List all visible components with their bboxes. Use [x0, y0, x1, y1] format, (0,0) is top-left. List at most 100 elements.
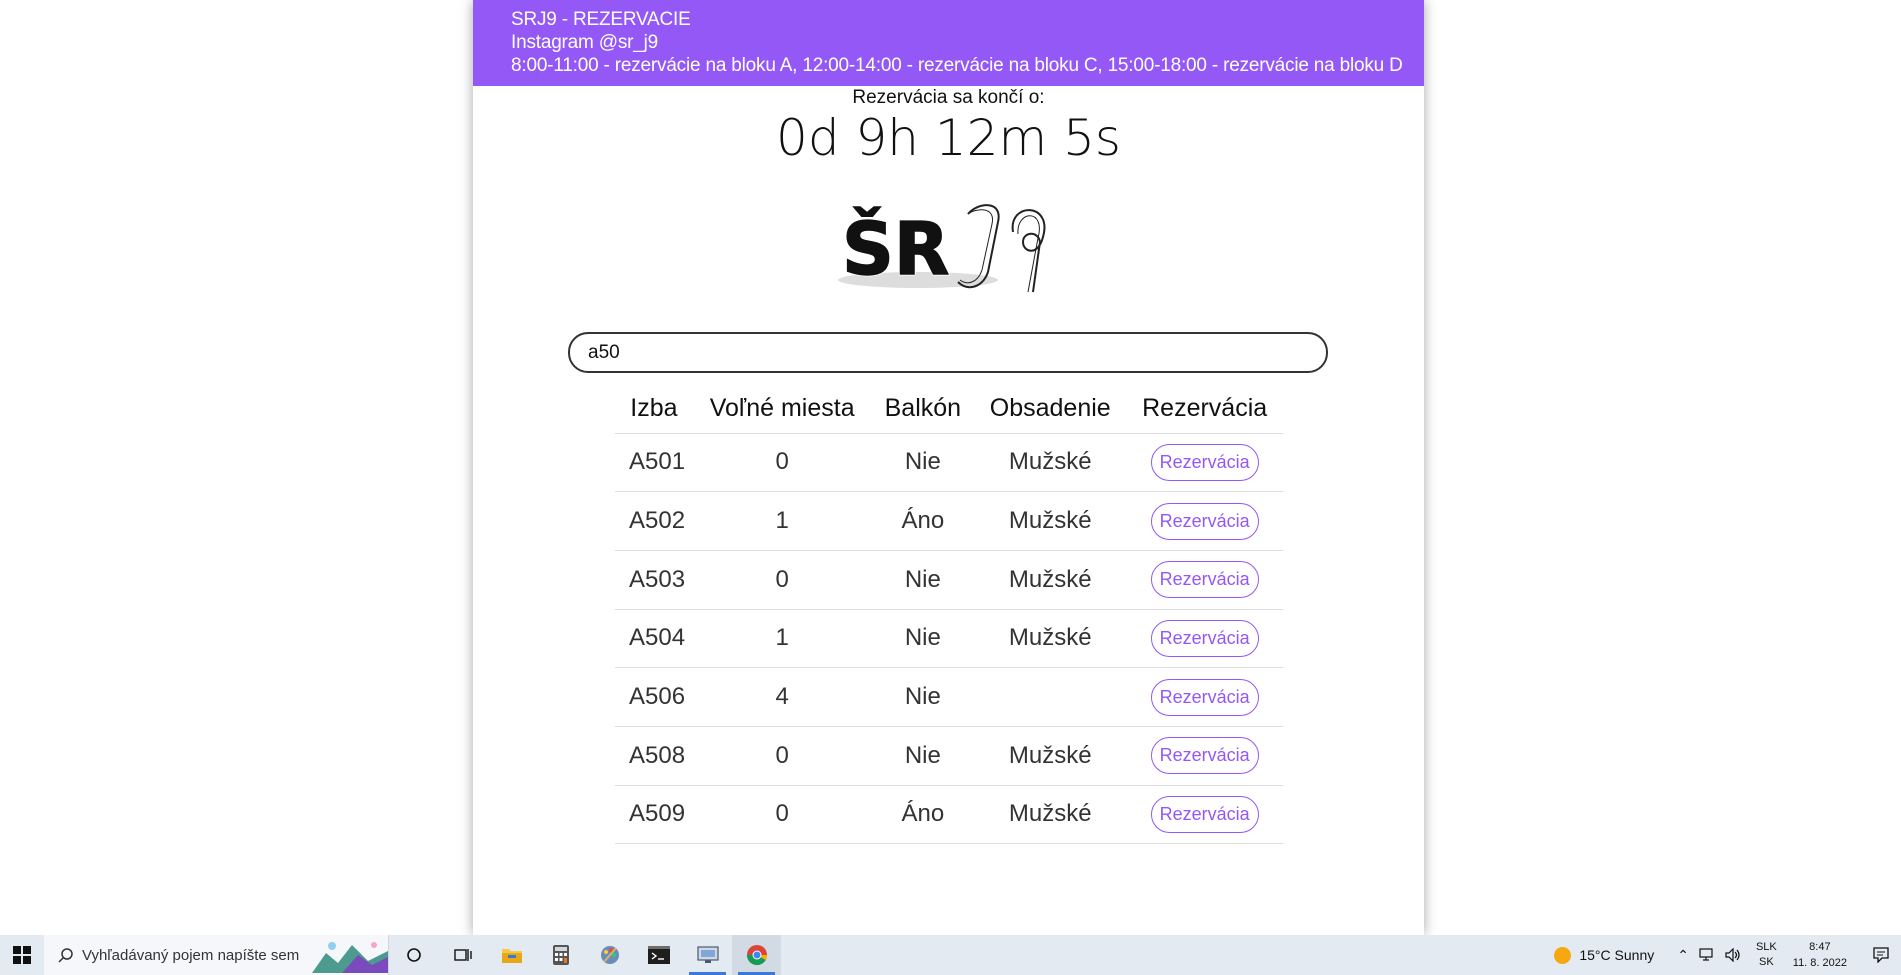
notification-button[interactable]	[1861, 935, 1901, 975]
network-icon[interactable]	[1699, 948, 1715, 962]
reserve-button[interactable]: Rezervácia	[1150, 619, 1259, 657]
room-cell: A509	[615, 785, 693, 845]
table-row: A504 1 Nie Mužské Rezervácia	[615, 609, 1283, 669]
reservation-cell: Rezervácia	[1126, 550, 1283, 610]
balcony-cell: Áno	[871, 785, 975, 845]
free-cell: 1	[692, 491, 872, 551]
balcony-cell: Nie	[871, 550, 975, 610]
reservation-cell: Rezervácia	[1126, 726, 1283, 786]
room-cell: A506	[615, 667, 693, 727]
schedule-info: 8:00-11:00 - rezervácie na bloku A, 12:0…	[511, 55, 1403, 76]
search-highlight-icon	[312, 942, 388, 973]
header-bar: SRJ9 - REZERVACIE Instagram @sr_j9 8:00-…	[473, 0, 1424, 86]
reservation-cell: Rezervácia	[1126, 491, 1283, 551]
occupancy-cell: Mužské	[974, 433, 1127, 493]
room-cell: A502	[615, 491, 693, 551]
cortana-icon	[406, 948, 421, 962]
task-view-icon	[453, 949, 472, 961]
header-reservation: Rezervácia	[1126, 385, 1283, 434]
file-explorer-button[interactable]	[487, 935, 536, 975]
reserve-button[interactable]: Rezervácia	[1150, 561, 1259, 599]
clock-date: 11. 8. 2022	[1792, 957, 1847, 969]
free-cell: 4	[692, 667, 872, 727]
reserve-button[interactable]: Rezervácia	[1150, 502, 1259, 540]
remote-desktop-button[interactable]	[683, 935, 732, 975]
start-button[interactable]	[0, 935, 44, 975]
chrome-icon	[746, 945, 767, 966]
room-cell: A503	[615, 550, 693, 610]
palette-icon	[600, 946, 619, 964]
calculator-button[interactable]	[536, 935, 585, 975]
balcony-cell: Áno	[871, 491, 975, 551]
countdown-label: Rezervácia sa končí o:	[852, 87, 1045, 108]
clock[interactable]: 8:47 11. 8. 2022	[1793, 939, 1847, 971]
reservation-cell: Rezervácia	[1126, 609, 1283, 669]
monitor-icon	[696, 946, 719, 963]
folder-icon	[501, 949, 522, 963]
srj9-logo: ŠR ŠR	[838, 204, 1046, 293]
header-balcony: Balkón	[871, 385, 975, 434]
occupancy-cell: Mužské	[974, 726, 1127, 786]
task-view-button[interactable]	[438, 935, 487, 975]
table-row: A508 0 Nie Mužské Rezervácia	[615, 726, 1283, 786]
language-indicator[interactable]: SLK SK	[1756, 940, 1777, 970]
taskbar: Vyhľadávaný pojem napíšte sem 15°C Sunny…	[0, 935, 1901, 975]
free-cell: 0	[692, 726, 872, 786]
system-tray: 15°C Sunny ⌃ SLK SK 8:47 11. 8. 2022	[1554, 935, 1901, 975]
volume-icon[interactable]	[1725, 948, 1741, 962]
weather-widget[interactable]: 15°C Sunny	[1554, 946, 1655, 964]
occupancy-cell: Mužské	[974, 491, 1127, 551]
reservation-cell: Rezervácia	[1126, 785, 1283, 845]
reserve-button[interactable]: Rezervácia	[1150, 443, 1259, 481]
svg-text:ŠR: ŠR	[842, 207, 949, 291]
sun-icon	[1554, 946, 1572, 964]
occupancy-cell: Mužské	[974, 550, 1127, 610]
header-room: Izba	[615, 385, 693, 434]
header-free-spots: Voľné miesta	[692, 385, 872, 434]
free-cell: 0	[692, 550, 872, 610]
free-cell: 0	[692, 785, 872, 845]
header-occupancy: Obsadenie	[974, 385, 1127, 434]
cortana-button[interactable]	[389, 935, 438, 975]
table-row: A506 4 Nie Rezervácia	[615, 667, 1283, 727]
language-bottom: SK	[1759, 956, 1774, 968]
rooms-table: Izba Voľné miesta Balkón Obsadenie Rezer…	[615, 385, 1283, 845]
countdown-timer: 0d 9h 12m 5s	[776, 109, 1121, 167]
balcony-cell: Nie	[871, 609, 975, 669]
reservation-cell: Rezervácia	[1126, 433, 1283, 493]
site-title: SRJ9 - REZERVACIE	[511, 9, 691, 30]
calculator-icon	[552, 945, 569, 965]
balcony-cell: Nie	[871, 726, 975, 786]
paint-button[interactable]	[585, 935, 634, 975]
room-cell: A504	[615, 609, 693, 669]
taskbar-search-placeholder: Vyhľadávaný pojem napíšte sem	[82, 946, 300, 964]
clock-time: 8:47	[1809, 941, 1831, 953]
chevron-up-icon[interactable]: ⌃	[1677, 947, 1689, 964]
reserve-button[interactable]: Rezervácia	[1150, 737, 1259, 775]
free-cell: 1	[692, 609, 872, 669]
table-row: A502 1 Áno Mužské Rezervácia	[615, 491, 1283, 551]
instagram-link: Instagram @sr_j9	[511, 32, 659, 53]
chrome-button[interactable]	[732, 935, 781, 975]
search-icon	[58, 948, 73, 963]
free-cell: 0	[692, 433, 872, 493]
terminal-button[interactable]	[634, 935, 683, 975]
occupancy-cell: Mužské	[974, 785, 1127, 845]
search-input[interactable]	[568, 332, 1328, 373]
occupancy-cell: Mužské	[974, 609, 1127, 669]
taskbar-search[interactable]: Vyhľadávaný pojem napíšte sem	[44, 935, 389, 975]
table-row: A501 0 Nie Mužské Rezervácia	[615, 433, 1283, 493]
reserve-button[interactable]: Rezervácia	[1150, 678, 1259, 716]
balcony-cell: Nie	[871, 433, 975, 493]
reservation-cell: Rezervácia	[1126, 667, 1283, 727]
room-cell: A508	[615, 726, 693, 786]
table-row: A503 0 Nie Mužské Rezervácia	[615, 550, 1283, 610]
terminal-icon	[647, 946, 670, 964]
notification-icon	[1873, 947, 1889, 963]
weather-text: 15°C Sunny	[1579, 947, 1655, 963]
balcony-cell: Nie	[871, 667, 975, 727]
table-row: A509 0 Áno Mužské Rezervácia	[615, 785, 1283, 845]
reserve-button[interactable]: Rezervácia	[1150, 795, 1259, 833]
occupancy-cell	[974, 667, 1127, 727]
room-cell: A501	[615, 433, 693, 493]
